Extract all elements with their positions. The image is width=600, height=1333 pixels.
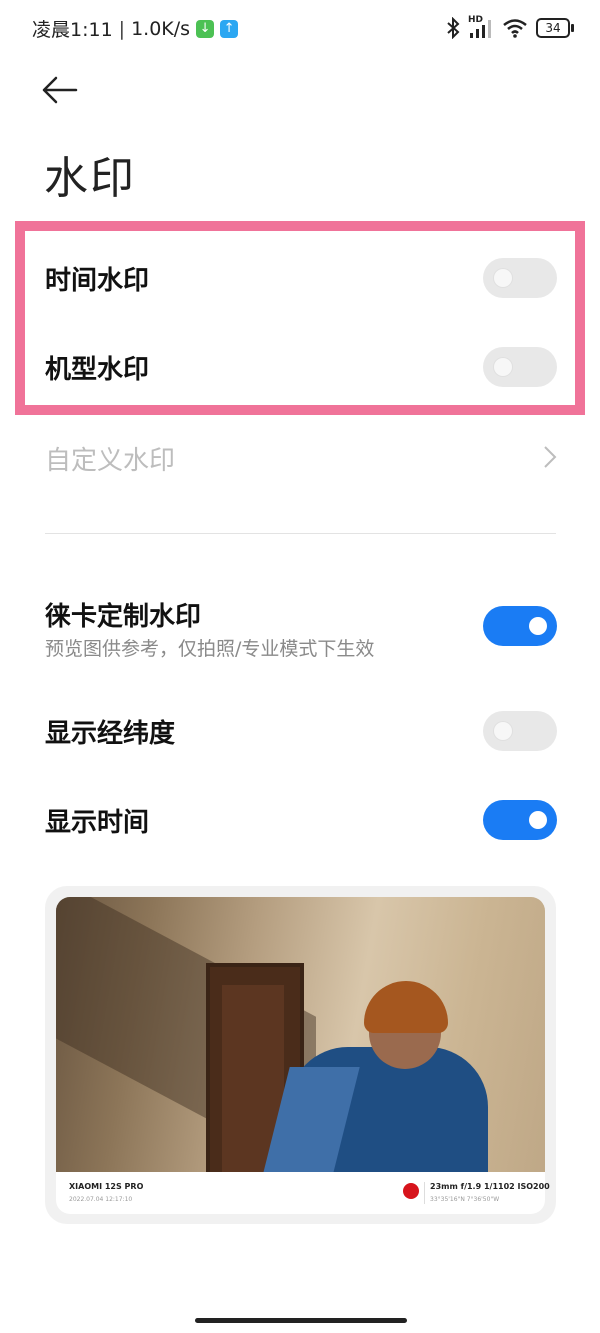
status-right: HD 34	[446, 15, 574, 39]
watermark-preview-card: XIAOMI 12S PRO 2022.07.04 12:17:10 23mm …	[45, 886, 556, 1224]
setting-show-coordinates[interactable]: 显示经纬度	[45, 710, 557, 754]
preview-photo	[56, 897, 545, 1172]
setting-show-time[interactable]: 显示时间	[45, 799, 557, 843]
camera-model: XIAOMI 12S PRO	[69, 1182, 144, 1191]
setting-time-watermark[interactable]: 时间水印	[45, 256, 557, 300]
show-time-toggle[interactable]	[483, 800, 557, 840]
capture-date: 2022.07.04 12:17:10	[69, 1196, 133, 1203]
status-time: 凌晨1:11	[32, 19, 113, 41]
status-bar: 凌晨1:11 | 1.0K/s ↓ ↑ HD 34	[0, 0, 600, 58]
leica-watermark-subtitle: 预览图供参考，仅拍照/专业模式下生效	[45, 638, 375, 660]
person-cap	[364, 981, 448, 1033]
network-speed: 1.0K/s	[131, 17, 191, 40]
chevron-right-icon	[544, 446, 557, 468]
status-left: 凌晨1:11 | 1.0K/s ↓ ↑	[32, 15, 239, 42]
show-coordinates-toggle[interactable]	[483, 711, 557, 751]
battery-icon: 34	[536, 18, 574, 38]
setting-custom-watermark[interactable]: 自定义水印	[45, 436, 557, 480]
show-coordinates-label: 显示经纬度	[45, 719, 176, 749]
setting-model-watermark[interactable]: 机型水印	[45, 346, 557, 390]
footer-separator	[424, 1182, 425, 1204]
time-watermark-label: 时间水印	[45, 266, 150, 296]
back-arrow-icon	[42, 76, 78, 104]
model-watermark-toggle[interactable]	[483, 347, 557, 387]
home-indicator[interactable]	[195, 1318, 407, 1323]
status-separator: |	[118, 17, 126, 40]
time-watermark-toggle[interactable]	[483, 258, 557, 298]
exposure-params: 23mm f/1.9 1/1102 ISO200	[430, 1182, 550, 1191]
custom-watermark-label: 自定义水印	[45, 446, 176, 476]
page-title: 水印	[44, 153, 136, 204]
signal-icon: HD	[468, 15, 494, 39]
leica-watermark-label: 徕卡定制水印	[45, 602, 202, 632]
divider	[45, 533, 556, 534]
leica-logo	[403, 1183, 419, 1199]
toggle-knob	[529, 811, 547, 829]
show-time-label: 显示时间	[45, 808, 150, 838]
toggle-knob	[494, 269, 512, 287]
bluetooth-icon	[447, 17, 460, 39]
coordinates: 33°35'16"N 7°36'50"W	[430, 1196, 500, 1203]
upload-notification-icon: ↑	[220, 19, 239, 38]
model-watermark-label: 机型水印	[45, 355, 150, 385]
wifi-icon	[503, 19, 527, 38]
toggle-knob	[494, 722, 512, 740]
toggle-knob	[529, 617, 547, 635]
leica-watermark-toggle[interactable]	[483, 606, 557, 646]
watermark-bar: XIAOMI 12S PRO 2022.07.04 12:17:10 23mm …	[56, 1172, 550, 1214]
back-button[interactable]	[40, 72, 80, 108]
download-notification-icon: ↓	[196, 19, 215, 38]
setting-leica-watermark[interactable]: 徕卡定制水印 预览图供参考，仅拍照/专业模式下生效	[45, 594, 557, 660]
toggle-knob	[494, 358, 512, 376]
